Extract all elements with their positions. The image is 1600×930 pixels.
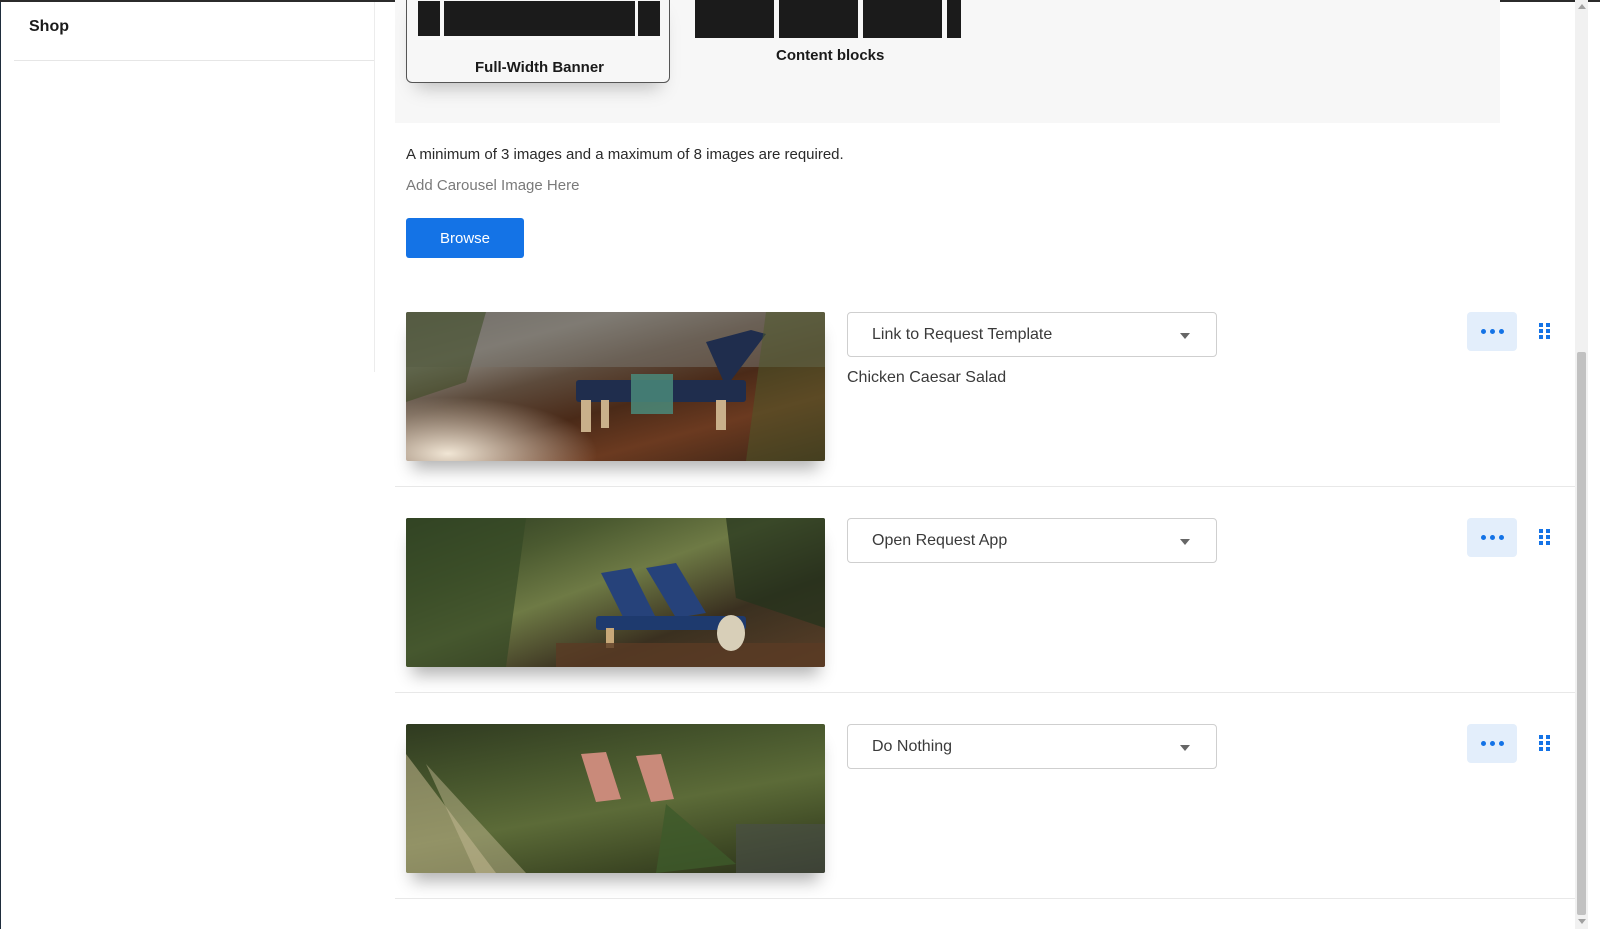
layout-options-panel: Full-Width Banner Content blocks [395,0,1500,123]
carousel-image[interactable] [406,724,825,873]
more-options-button[interactable] [1467,724,1517,763]
image-requirement-text: A minimum of 3 images and a maximum of 8… [406,146,844,163]
more-icon [1480,535,1486,540]
carousel-item: Open Request App [395,518,1575,724]
layout-option-content-blocks[interactable]: Content blocks [695,0,965,70]
more-icon [1480,741,1486,746]
banner-thumbnail-right [638,1,660,36]
scrollbar-thumb[interactable] [1577,352,1586,915]
row-divider [395,486,1575,487]
drag-handle-icon[interactable] [1539,323,1551,339]
drag-handle-icon[interactable] [1539,735,1551,751]
more-icon [1498,329,1504,334]
more-options-button[interactable] [1467,312,1517,351]
linked-template-name: Chicken Caesar Salad [847,369,1007,386]
action-select-value: Open Request App [872,532,1008,549]
sidebar-item-shop[interactable]: Shop [29,18,69,36]
garden-chairs-illustration [406,752,825,873]
sidebar: Shop [1,2,381,929]
action-select[interactable]: Do Nothing [847,724,1217,769]
content-block-thumbnail [779,0,858,38]
action-select-value: Link to Request Template [872,326,1053,343]
lounge-chair-illustration [406,312,825,461]
chevron-down-icon [1180,539,1190,545]
more-options-button[interactable] [1467,518,1517,557]
carousel-image[interactable] [406,518,825,667]
action-select[interactable]: Link to Request Template [847,312,1217,357]
content-block-thumbnail [695,0,774,38]
chevron-down-icon [1180,745,1190,751]
banner-thumbnail-left [418,1,440,36]
layout-option-label: Content blocks [776,47,885,64]
carousel-image[interactable] [406,312,825,461]
action-select-value: Do Nothing [872,738,953,755]
more-icon [1489,329,1495,334]
row-divider [395,898,1575,899]
more-icon [1489,741,1495,746]
drag-handle-icon[interactable] [1539,529,1551,545]
sidebar-border [374,2,375,372]
more-icon [1498,535,1504,540]
layout-option-label: Full-Width Banner [475,59,605,76]
content-block-thumbnail [947,0,961,38]
action-select[interactable]: Open Request App [847,518,1217,563]
layout-option-full-width-banner[interactable]: Full-Width Banner [406,0,670,83]
more-icon [1480,329,1486,334]
more-icon [1498,741,1504,746]
carousel-item: Link to Request Template Chicken Caesar … [395,312,1575,518]
lounge-chairs-illustration [406,518,825,667]
more-icon [1489,535,1495,540]
add-carousel-image-label: Add Carousel Image Here [406,177,580,194]
vertical-scrollbar[interactable] [1575,0,1588,929]
row-divider [395,692,1575,693]
chevron-down-icon [1180,333,1190,339]
scroll-down-arrow-icon[interactable] [1578,919,1586,924]
scroll-up-arrow-icon[interactable] [1578,4,1586,9]
banner-thumbnail-main [444,1,635,36]
content-block-thumbnail [863,0,942,38]
sidebar-divider [14,60,374,61]
carousel-item: Do Nothing [395,724,1575,930]
browse-button[interactable]: Browse [406,218,524,258]
